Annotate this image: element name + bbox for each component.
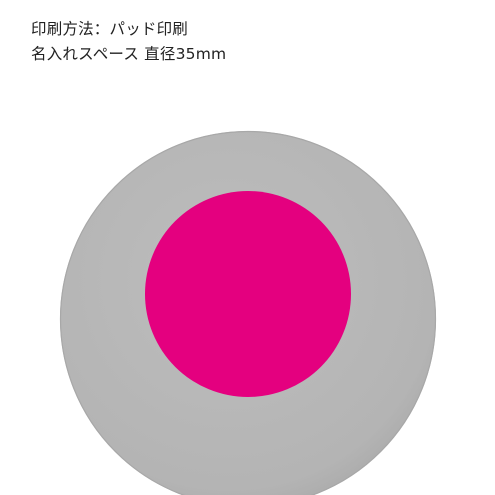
print-area-circle <box>145 191 351 397</box>
product-illustration <box>59 130 437 495</box>
